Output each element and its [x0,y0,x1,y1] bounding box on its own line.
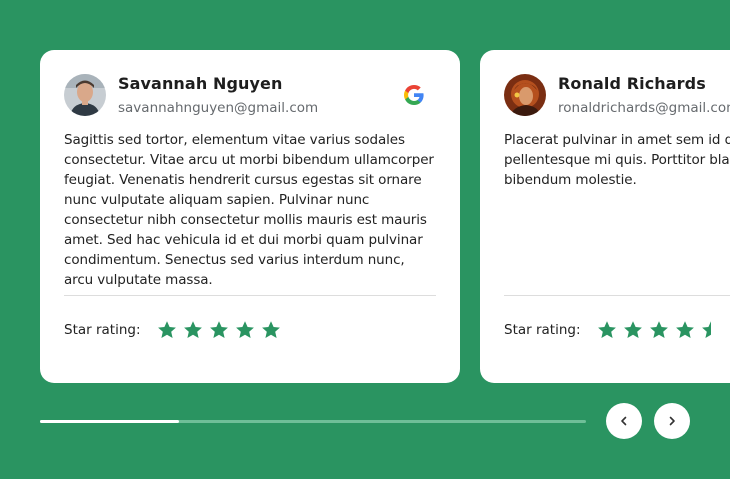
review-header: Ronald Richards ronaldrichards@gmail.com [504,74,730,116]
half-star-icon [701,321,711,338]
review-text: Sagittis sed tortor, elementum vitae var… [64,132,434,288]
carousel-progress [40,420,586,423]
star-icon [157,321,176,338]
star-icon [183,321,202,338]
review-card: Ronald Richards ronaldrichards@gmail.com… [480,50,730,383]
previous-button[interactable] [606,403,642,439]
stars [157,320,287,340]
star-icon [235,321,254,338]
review-cards: Savannah Nguyen savannahnguyen@gmail.com… [40,50,730,383]
reviewer-name: Savannah Nguyen [118,73,283,93]
avatar [504,74,546,116]
google-icon [404,85,424,105]
reviewer-info: Ronald Richards ronaldrichards@gmail.com [558,74,730,117]
chevron-right-icon [669,416,675,426]
star-rating: Star rating: [64,296,436,364]
review-header: Savannah Nguyen savannahnguyen@gmail.com [64,74,436,116]
star-icon [675,321,694,338]
next-button[interactable] [654,403,690,439]
star-icon [261,321,280,338]
review-card: Savannah Nguyen savannahnguyen@gmail.com… [40,50,460,383]
rating-label: Star rating: [504,322,581,338]
carousel-progress-fill [40,420,180,423]
chevron-left-icon [621,416,627,426]
star-icon [623,321,642,338]
star-rating: Star rating: [504,296,730,364]
review-text: Placerat pulvinar in amet sem id digniss… [504,132,730,188]
reviewer-email: ronaldrichards@gmail.com [558,99,730,116]
star-icon [649,321,668,338]
star-icon [597,321,616,338]
reviewer-email: savannahnguyen@gmail.com [118,99,319,116]
star-icon [209,321,228,338]
reviews-carousel[interactable]: Savannah Nguyen savannahnguyen@gmail.com… [40,50,730,383]
reviewer-info: Savannah Nguyen savannahnguyen@gmail.com [118,74,318,117]
stars [597,320,727,340]
reviewer-name: Ronald Richards [558,73,706,93]
avatar [64,74,106,116]
rating-label: Star rating: [64,322,141,338]
